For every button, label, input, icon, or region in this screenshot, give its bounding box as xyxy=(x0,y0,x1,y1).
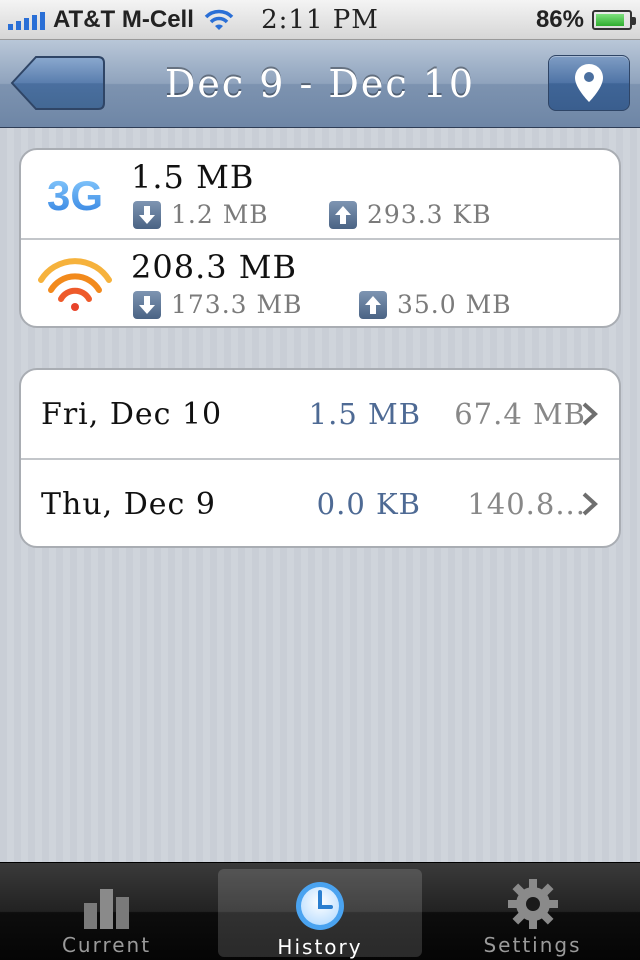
map-pin-icon xyxy=(575,64,603,102)
day-wifi-usage: 67.4 MB xyxy=(454,397,586,431)
wifi-download-value: 173.3 MB xyxy=(171,290,303,319)
back-button[interactable] xyxy=(10,55,106,111)
day-label: Fri, Dec 10 xyxy=(41,396,223,432)
bar-chart-icon xyxy=(83,889,129,929)
download-icon xyxy=(133,200,161,229)
tab-settings[interactable]: Settings xyxy=(426,863,639,960)
day-cellular-usage: 0.0 KB xyxy=(316,487,421,521)
map-button[interactable] xyxy=(548,55,630,111)
cellular-download-value: 1.2 MB xyxy=(171,200,269,229)
status-bar: AT&T M-Cell 2:11 PM 86% xyxy=(0,0,640,40)
tab-current[interactable]: Current xyxy=(0,863,213,960)
chevron-right-icon xyxy=(582,402,598,426)
day-wifi-usage: 140.8... xyxy=(467,487,586,521)
upload-icon xyxy=(329,200,357,229)
day-row[interactable]: Thu, Dec 9 0.0 KB 140.8... xyxy=(21,458,619,546)
wifi-total: 208.3 MB xyxy=(131,248,298,286)
cellular-upload: 293.3 KB xyxy=(329,200,492,229)
cellular-badge: 3G xyxy=(47,172,103,219)
download-icon xyxy=(133,290,161,319)
day-row[interactable]: Fri, Dec 10 1.5 MB 67.4 MB xyxy=(21,370,619,458)
wifi-summary-row: 208.3 MB 173.3 MB 35.0 MB xyxy=(21,238,619,326)
battery-icon xyxy=(592,10,636,30)
day-cellular-usage: 1.5 MB xyxy=(308,397,421,431)
wifi-icon xyxy=(38,258,112,311)
cellular-upload-value: 293.3 KB xyxy=(367,200,492,229)
wifi-download: 173.3 MB xyxy=(133,290,303,319)
tab-label: Current xyxy=(61,933,152,957)
cellular-summary-row: 3G 1.5 MB 1.2 MB 293.3 KB xyxy=(21,150,619,238)
navigation-bar: Dec 9 - Dec 10 xyxy=(0,40,640,128)
upload-icon xyxy=(359,290,387,319)
tab-bar: Current History Settings xyxy=(0,862,640,960)
daily-usage-list: Fri, Dec 10 1.5 MB 67.4 MB Thu, Dec 9 0.… xyxy=(19,368,621,548)
tab-history[interactable]: History xyxy=(218,869,422,959)
clock-icon xyxy=(296,882,344,930)
cellular-download: 1.2 MB xyxy=(133,200,269,229)
wifi-upload: 35.0 MB xyxy=(359,290,512,319)
page-title: Dec 9 - Dec 10 xyxy=(164,62,476,106)
tab-label: Settings xyxy=(483,933,582,957)
usage-summary-panel: 3G 1.5 MB 1.2 MB 293.3 KB 208.3 MB 173.3… xyxy=(19,148,621,328)
gear-icon xyxy=(507,879,558,929)
wifi-upload-value: 35.0 MB xyxy=(397,290,512,319)
day-label: Thu, Dec 9 xyxy=(41,486,216,522)
cellular-total: 1.5 MB xyxy=(131,158,255,196)
chevron-right-icon xyxy=(582,492,598,516)
battery-percent: 86% xyxy=(535,6,584,33)
tab-label: History xyxy=(277,935,363,959)
cellular-3g-icon: 3G xyxy=(47,172,103,219)
